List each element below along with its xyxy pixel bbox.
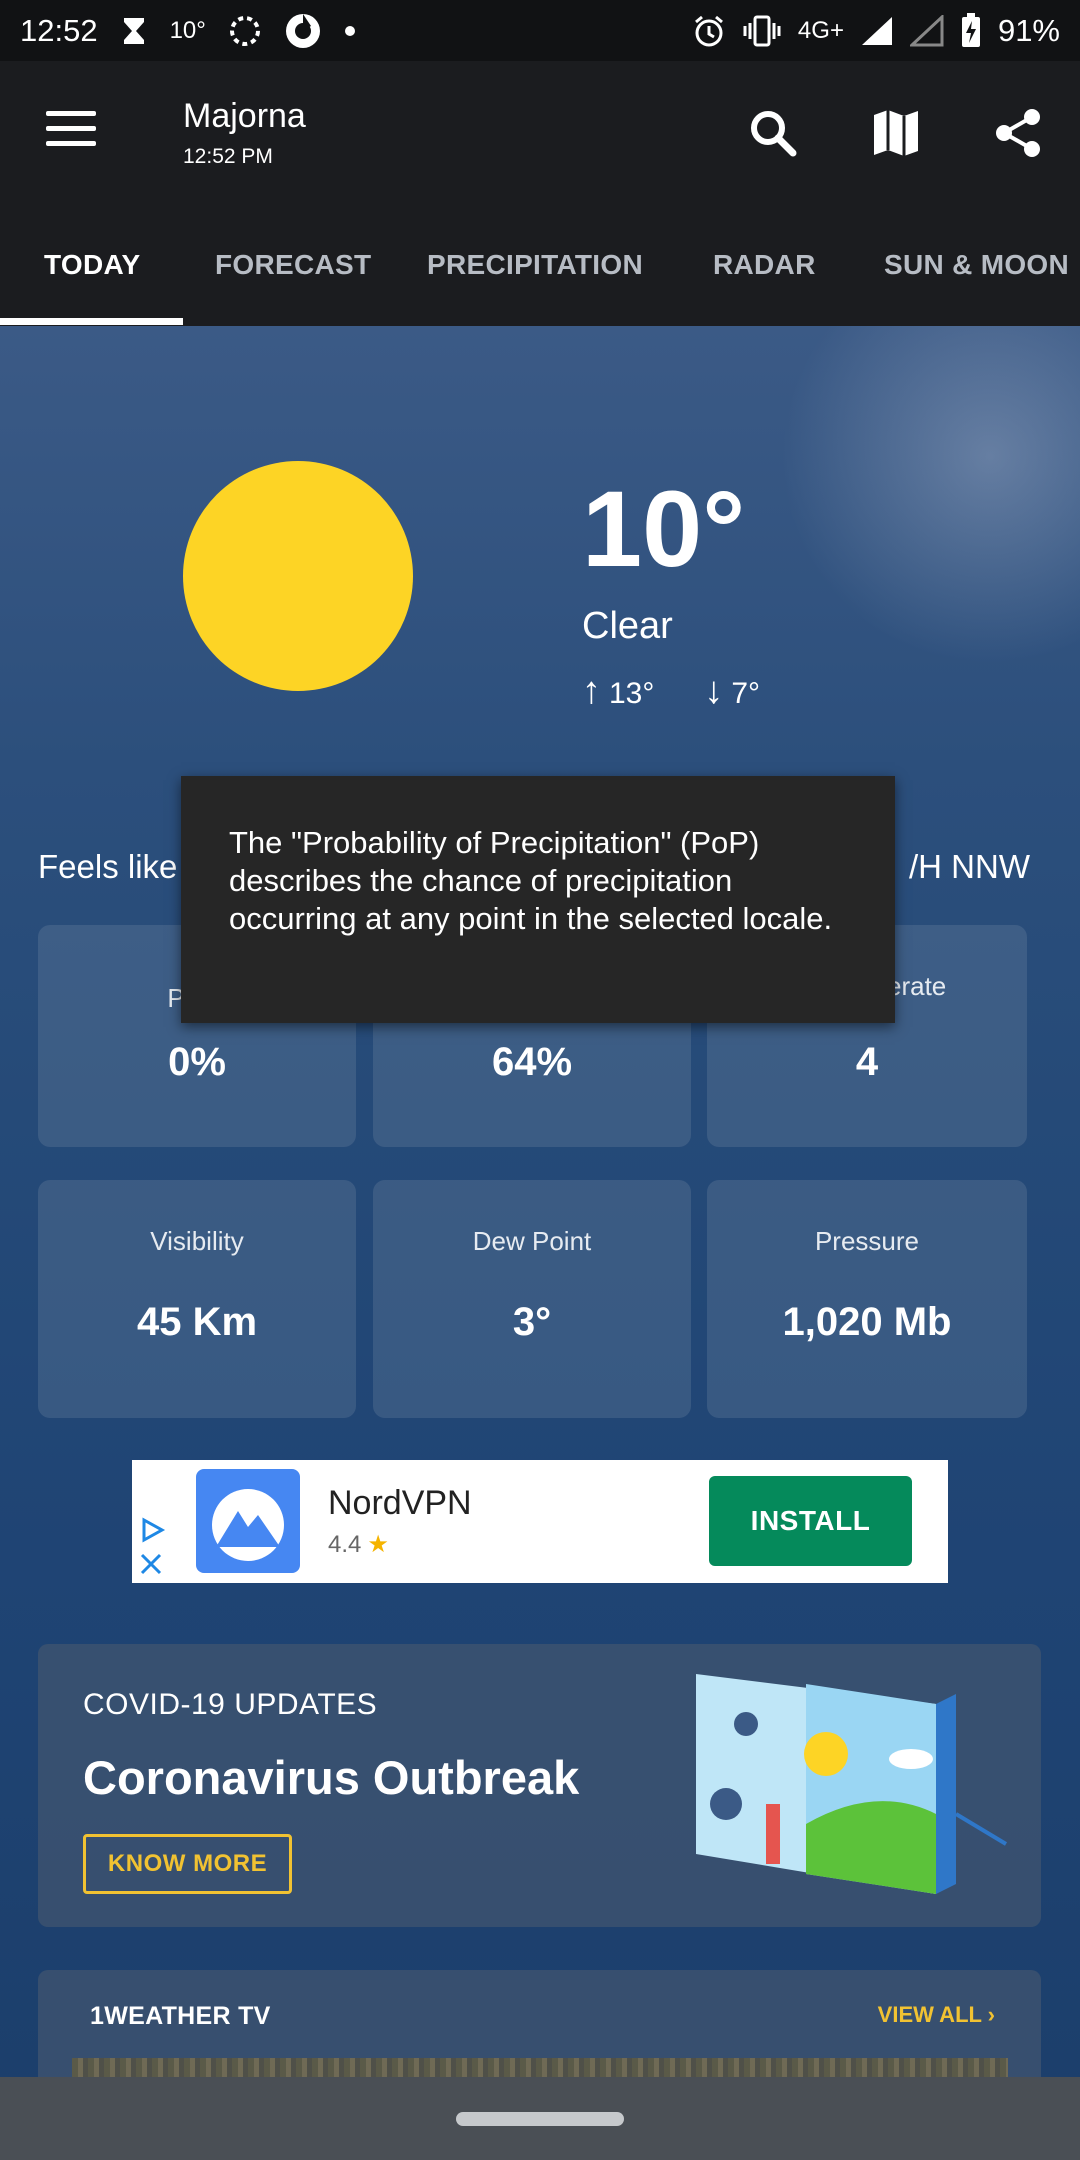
ad-rating: 4.4 ★ bbox=[328, 1531, 389, 1558]
current-condition: Clear bbox=[582, 605, 673, 647]
tab-forecast[interactable]: FORECAST bbox=[215, 249, 371, 281]
menu-icon[interactable] bbox=[46, 111, 96, 151]
status-temp: 10° bbox=[169, 16, 206, 44]
sync-icon bbox=[229, 15, 260, 46]
ad-banner[interactable]: NordVPN 4.4 ★ INSTALL bbox=[132, 1460, 948, 1583]
signal-icon bbox=[861, 16, 892, 45]
share-icon[interactable] bbox=[990, 105, 1046, 161]
ad-title[interactable]: NordVPN bbox=[328, 1484, 472, 1523]
card-label: erate bbox=[887, 971, 947, 1001]
tv-title: 1WEATHER TV bbox=[90, 2002, 271, 2030]
star-icon: ★ bbox=[367, 1531, 389, 1558]
status-time: 12:52 bbox=[20, 12, 98, 48]
covid-kicker: COVID-19 UPDATES bbox=[83, 1688, 378, 1721]
wind-info: /H NNW bbox=[909, 848, 1030, 885]
arrow-down-icon: ↓ bbox=[704, 670, 724, 712]
nordvpn-logo[interactable] bbox=[196, 1469, 300, 1573]
signal-empty-icon bbox=[909, 14, 944, 46]
know-more-button[interactable]: KNOW MORE bbox=[83, 1834, 292, 1894]
view-all-link[interactable]: VIEW ALL › bbox=[878, 2002, 995, 2028]
high-low: ↑ 13° ↓ 7° bbox=[582, 670, 760, 713]
tab-bar: TODAY FORECAST PRECIPITATION RADAR SUN &… bbox=[0, 201, 1080, 326]
vibrate-icon bbox=[743, 15, 781, 46]
pop-tooltip: The "Probability of Precipitation" (PoP)… bbox=[181, 776, 895, 1023]
adchoices-icon[interactable] bbox=[132, 1460, 174, 1583]
card-label: Pressure bbox=[814, 1226, 920, 1256]
dew-point-card[interactable]: Dew Point 3° bbox=[373, 1180, 691, 1418]
card-value: 1,020 Mb bbox=[782, 1300, 952, 1344]
alarm-icon bbox=[694, 15, 723, 46]
card-value: 3° bbox=[512, 1300, 552, 1344]
arrow-up-icon: ↑ bbox=[582, 670, 601, 712]
map-icon[interactable] bbox=[868, 105, 924, 161]
updated-time: 12:52 PM bbox=[183, 145, 273, 168]
covid-title: Coronavirus Outbreak bbox=[83, 1751, 580, 1804]
high-temp: 13° bbox=[609, 677, 655, 710]
card-label: Dew Point bbox=[472, 1226, 592, 1256]
tab-sun-moon[interactable]: SUN & MOON bbox=[884, 249, 1069, 281]
active-tab-indicator bbox=[0, 318, 183, 325]
current-temperature: 10° bbox=[582, 468, 746, 589]
visibility-card[interactable]: Visibility 45 Km bbox=[38, 1180, 356, 1418]
battery-level: 91% bbox=[997, 12, 1060, 48]
battery-charging-icon bbox=[961, 12, 980, 47]
search-icon[interactable] bbox=[745, 105, 801, 161]
chevron-right-icon: › bbox=[987, 2002, 995, 2027]
home-gesture-pill[interactable] bbox=[456, 2112, 624, 2126]
covid-card[interactable]: COVID-19 UPDATES Coronavirus Outbreak KN… bbox=[38, 1644, 1041, 1927]
card-value: 64% bbox=[491, 1040, 573, 1084]
card-value: 0% bbox=[168, 1040, 226, 1084]
covid-illustration bbox=[696, 1674, 1008, 1894]
status-bar: 12:52 10° 4G+ 91% bbox=[0, 0, 1080, 61]
card-label: Visibility bbox=[150, 1226, 244, 1256]
hourglass-icon bbox=[123, 17, 144, 44]
feels-like-label: Feels like bbox=[38, 848, 178, 885]
sun-icon bbox=[183, 461, 413, 691]
app-bar: Majorna 12:52 PM bbox=[0, 61, 1080, 201]
camera-aperture-icon bbox=[285, 13, 320, 48]
card-value: 4 bbox=[855, 1040, 879, 1084]
install-button[interactable]: INSTALL bbox=[709, 1476, 912, 1566]
location-title[interactable]: Majorna bbox=[183, 97, 306, 136]
tab-today[interactable]: TODAY bbox=[44, 249, 140, 281]
tab-precipitation[interactable]: PRECIPITATION bbox=[427, 249, 643, 281]
card-value: 45 Km bbox=[136, 1300, 258, 1344]
low-temp: 7° bbox=[731, 677, 761, 710]
notification-dot-icon bbox=[344, 25, 355, 36]
network-type: 4G+ bbox=[797, 16, 844, 44]
system-nav-bar bbox=[0, 2077, 1080, 2160]
pressure-card[interactable]: Pressure 1,020 Mb bbox=[707, 1180, 1027, 1418]
tab-radar[interactable]: RADAR bbox=[713, 249, 816, 281]
